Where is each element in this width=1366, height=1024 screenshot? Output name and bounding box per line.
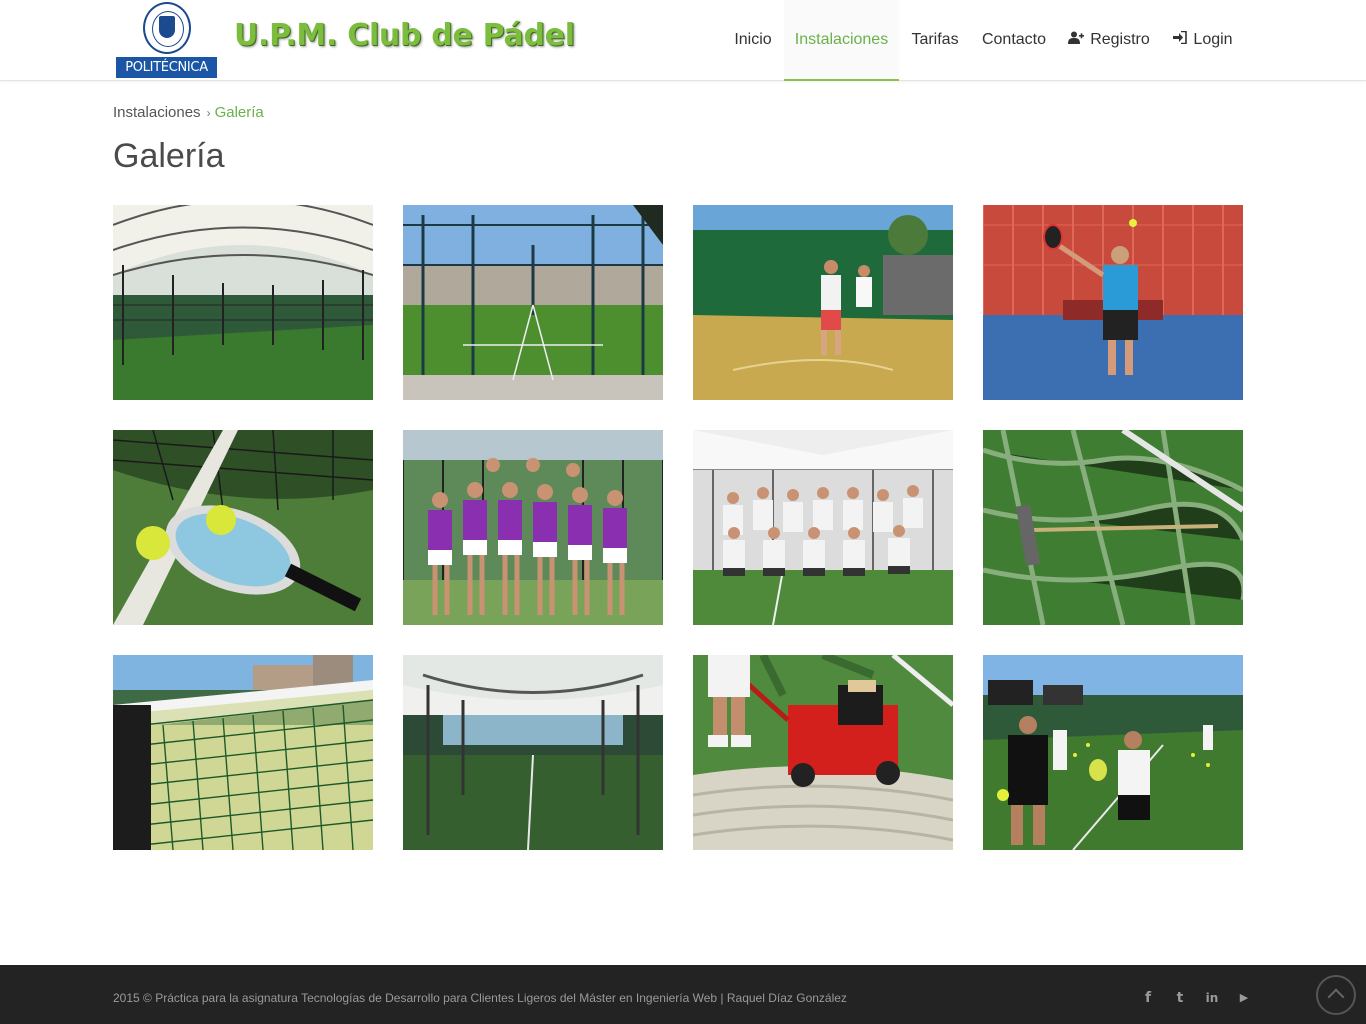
nav-label: Instalaciones	[794, 31, 889, 48]
upm-logo[interactable]: POLITÉCNICA	[116, 0, 217, 78]
gallery-image-10[interactable]	[403, 655, 663, 850]
gallery-image-2[interactable]	[403, 205, 663, 400]
nav-instalaciones[interactable]: Instalaciones	[784, 0, 899, 81]
gallery-image-11[interactable]	[693, 655, 953, 850]
nav-label: Registro	[1090, 31, 1150, 48]
site-header: POLITÉCNICA U.P.M. Club de Pádel Inicio …	[0, 0, 1366, 81]
photo-gallery	[113, 205, 1243, 850]
nav-registro[interactable]: Registro	[1064, 0, 1154, 81]
gallery-image-5[interactable]	[113, 430, 373, 625]
linkedin-icon[interactable]: in	[1203, 989, 1221, 1007]
nav-tarifas[interactable]: Tarifas	[904, 0, 966, 81]
logo-text: POLITÉCNICA	[116, 57, 217, 78]
gallery-image-8[interactable]	[983, 430, 1243, 625]
gallery-image-7[interactable]	[693, 430, 953, 625]
site-footer: 2015 © Práctica para la asignatura Tecno…	[0, 965, 1366, 1024]
upm-seal-icon	[143, 2, 191, 54]
breadcrumb-current: Galería	[214, 104, 264, 121]
nav-label: Tarifas	[911, 31, 959, 48]
nav-login[interactable]: Login	[1168, 0, 1238, 81]
nav-label: Inicio	[734, 31, 772, 48]
gallery-image-9[interactable]	[113, 655, 373, 850]
sign-in-icon	[1173, 0, 1188, 80]
add-user-icon	[1068, 0, 1085, 80]
gallery-image-6[interactable]	[403, 430, 663, 625]
gallery-image-1[interactable]	[113, 205, 373, 400]
nav-inicio[interactable]: Inicio	[727, 0, 779, 81]
gallery-image-4[interactable]	[983, 205, 1243, 400]
gallery-image-3[interactable]	[693, 205, 953, 400]
nav-label: Contacto	[981, 31, 1047, 48]
gallery-image-12[interactable]	[983, 655, 1243, 850]
breadcrumb-parent[interactable]: Instalaciones	[113, 104, 201, 121]
facebook-icon[interactable]: f	[1139, 989, 1157, 1007]
chevron-right-icon: ›	[206, 106, 211, 120]
footer-copyright: 2015 © Práctica para la asignatura Tecno…	[113, 991, 847, 1005]
twitter-icon[interactable]: t	[1171, 989, 1189, 1007]
youtube-icon[interactable]: ▶	[1235, 989, 1253, 1007]
back-to-top-button[interactable]	[1316, 975, 1356, 1015]
nav-label: Login	[1193, 31, 1233, 48]
site-title[interactable]: U.P.M. Club de Pádel	[234, 18, 575, 53]
page-title: Galería	[113, 137, 225, 175]
breadcrumb: Instalaciones › Galería	[113, 104, 264, 121]
nav-contacto[interactable]: Contacto	[976, 0, 1052, 81]
